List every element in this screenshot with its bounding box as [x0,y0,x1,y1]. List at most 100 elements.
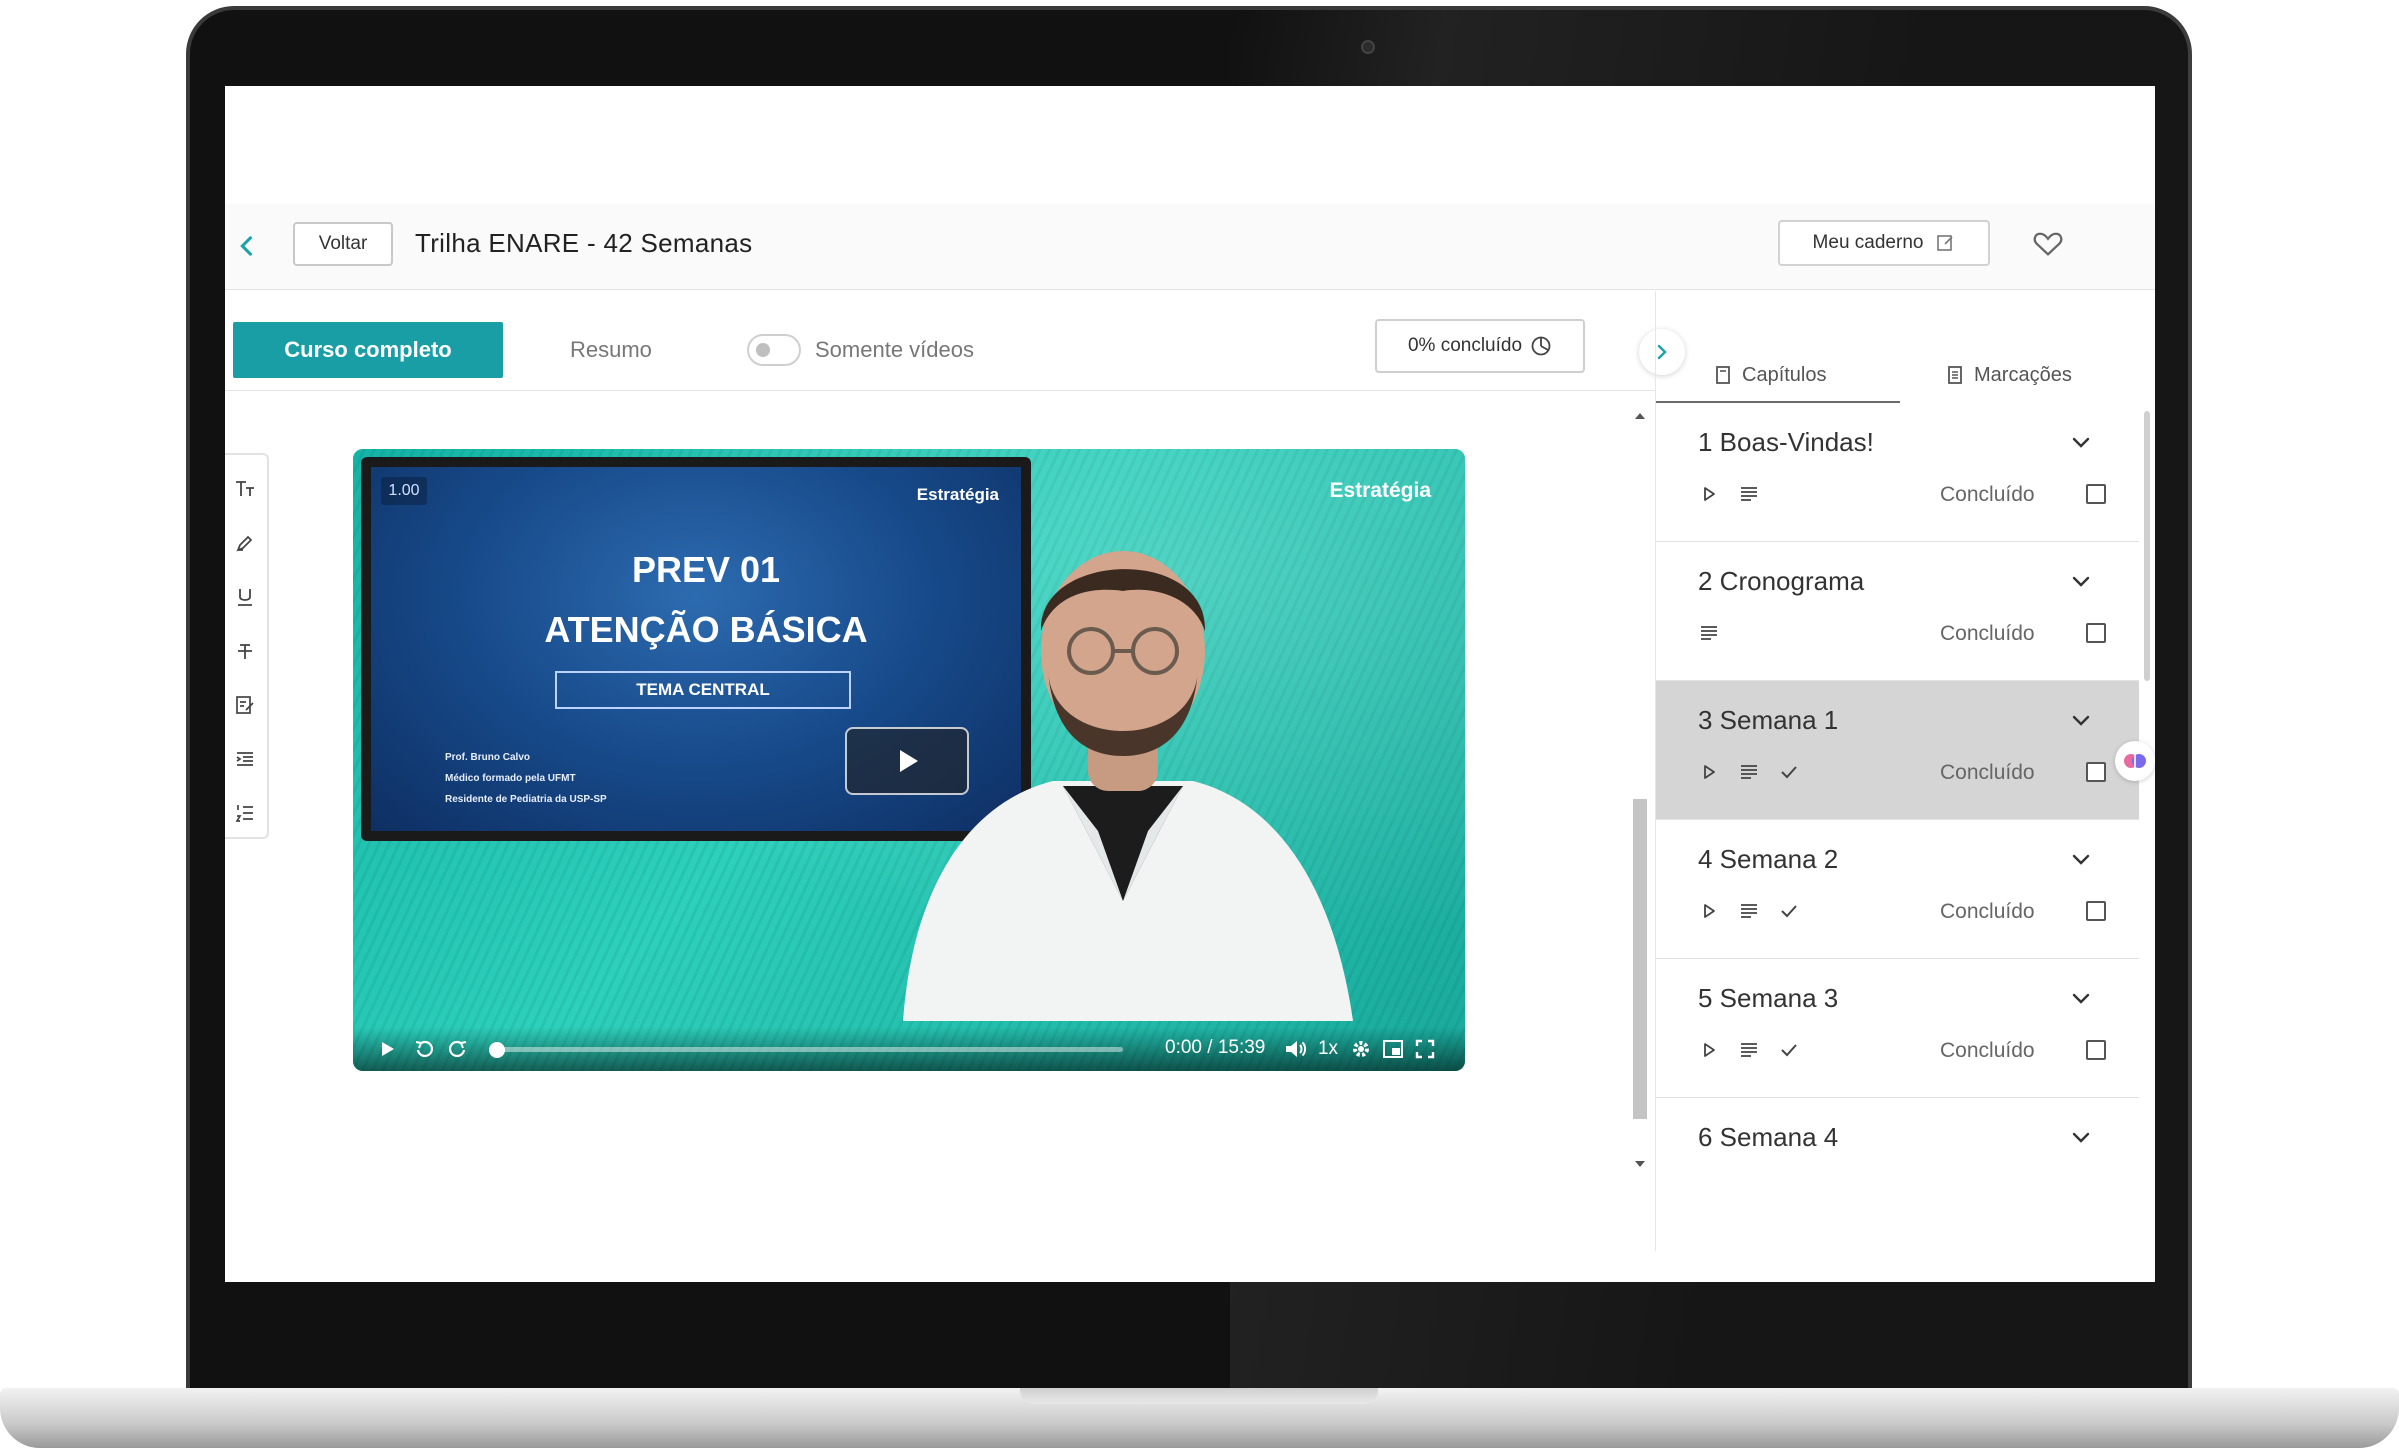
book-icon [1716,366,1730,384]
chapter-complete-checkbox[interactable] [2086,623,2106,643]
settings-gear-icon[interactable] [1347,1033,1375,1065]
tab-full-course[interactable]: Curso completo [233,322,503,378]
notebook-button-label: Meu caderno [1812,232,1924,253]
forward-icon[interactable] [441,1033,473,1065]
video-player[interactable]: 1.00 Estratégia PREV 01 ATENÇÃO BÁSICA T… [353,449,1465,1071]
check-icon[interactable] [1778,900,1800,922]
play-icon[interactable] [1698,1039,1720,1061]
check-icon[interactable] [1778,1039,1800,1061]
scrollbar-thumb[interactable] [1633,799,1647,1119]
chapter-item[interactable]: 2 Cronograma Concluído [1656,542,2139,681]
pie-progress-icon [1531,336,1551,356]
header-bar: Voltar Trilha ENARE - 42 Semanas Meu cad… [225,204,2155,290]
play-icon[interactable] [1698,761,1720,783]
tab-bookmarks[interactable]: Marcações [1946,347,2072,403]
seek-handle[interactable] [489,1042,505,1058]
playback-rate[interactable]: 1x [1313,1033,1343,1065]
panel-tabs: Capítulos Marcações [1656,291,2155,404]
screen: Voltar Trilha ENARE - 42 Semanas Meu cad… [225,86,2155,1282]
chapter-icons [1698,483,1760,505]
progress-button[interactable]: 0% concluído [1375,319,1585,373]
big-play-button[interactable] [845,727,969,795]
chapter-title: 1 Boas-Vindas! [1698,427,1874,457]
chapter-complete-checkbox[interactable] [2086,484,2106,504]
chapter-item[interactable]: 4 Semana 2 Concluído [1656,820,2139,959]
chapter-status-label: Concluído [1940,761,2035,784]
slide-credit-line: Residente de Pediatria da USP-SP [445,794,607,805]
page-title: Trilha ENARE - 42 Semanas [415,228,753,258]
indent-list-icon[interactable] [225,739,265,779]
play-icon[interactable] [1698,483,1720,505]
chevron-down-icon[interactable] [2066,566,2096,596]
chapter-item[interactable]: 6 Semana 4 [1656,1098,2139,1167]
tab-chapters-label: Capítulos [1742,363,1827,386]
seek-bar[interactable] [489,1042,1123,1058]
note-edit-icon[interactable] [225,685,265,725]
text-icon[interactable] [1698,622,1720,644]
text-icon[interactable] [1738,900,1760,922]
chapter-icons [1698,761,1800,783]
content-tabs-row: Curso completo Resumo Somente vídeos 0% … [225,291,1655,391]
underline-icon[interactable] [225,577,265,617]
picture-in-picture-icon[interactable] [1379,1033,1407,1065]
annotation-toolbar [225,453,269,839]
chevron-down-icon[interactable] [2066,983,2096,1013]
chapter-status-label: Concluído [1940,622,2035,645]
laptop-notch [1020,1388,1378,1404]
back-chevron-icon[interactable] [233,232,261,260]
chapter-title: 3 Semana 1 [1698,705,1839,735]
toggle-knob [756,343,770,357]
tab-summary[interactable]: Resumo [570,337,652,363]
time-display: 0:00 / 15:39 [1165,1037,1265,1059]
progress-label: 0% concluído [1407,335,1523,356]
slide-subtitle: TEMA CENTRAL [555,671,851,709]
video-brand-logo: Estratégia [1329,479,1431,502]
numbered-list-icon[interactable] [225,793,265,833]
rewind-icon[interactable] [409,1033,441,1065]
chapter-list: 1 Boas-Vindas! Concluído 2 Cronograma Concl… [1656,403,2139,1167]
chevron-down-icon[interactable] [2066,705,2096,735]
videos-only-label: Somente vídeos [815,337,974,362]
play-icon[interactable] [1698,900,1720,922]
chevron-down-icon[interactable] [2066,427,2096,457]
chapter-item[interactable]: 5 Semana 3 Concluído [1656,959,2139,1098]
time-separator: / [1207,1037,1213,1058]
chapter-item[interactable]: 3 Semana 1 Concluído [1656,681,2139,820]
list-doc-icon [1948,366,1962,384]
notebook-button[interactable]: Meu caderno [1778,220,1990,266]
play-icon[interactable] [371,1033,403,1065]
chapter-title: 2 Cronograma [1698,566,1865,596]
duration: 15:39 [1217,1037,1266,1058]
back-button[interactable]: Voltar [293,222,393,266]
current-time: 0:00 [1165,1037,1202,1058]
chapter-status-label: Concluído [1940,1039,2035,1062]
chapter-complete-checkbox[interactable] [2086,762,2106,782]
videos-only-toggle[interactable] [747,334,801,366]
text-size-icon[interactable] [225,469,265,509]
webcam [1361,40,1375,54]
chapter-icons [1698,1039,1800,1061]
text-icon[interactable] [1738,1039,1760,1061]
chapter-status-label: Concluído [1940,900,2035,923]
chevron-down-icon[interactable] [2066,1122,2096,1152]
chapter-complete-checkbox[interactable] [2086,1040,2106,1060]
chevron-down-icon[interactable] [2066,844,2096,874]
volume-icon[interactable] [1281,1033,1311,1065]
content-scrollbar[interactable] [1629,411,1647,1169]
brain-assistant-icon[interactable] [2115,741,2155,781]
external-edit-icon [1937,235,1954,251]
chapter-item[interactable]: 1 Boas-Vindas! Concluído [1656,403,2139,542]
tab-bookmarks-label: Marcações [1974,363,2072,386]
text-icon[interactable] [1738,761,1760,783]
fullscreen-icon[interactable] [1411,1033,1439,1065]
video-controls: 0:00 / 15:39 1x [353,1027,1465,1071]
panel-scrollbar-thumb[interactable] [2144,411,2150,681]
chapter-complete-checkbox[interactable] [2086,901,2106,921]
chapters-panel: Capítulos Marcações 1 Boas-Vindas! Conclu… [1655,291,2155,1251]
text-icon[interactable] [1738,483,1760,505]
favorite-heart-icon[interactable] [2031,226,2065,260]
highlighter-icon[interactable] [225,523,265,563]
tab-chapters[interactable]: Capítulos [1714,347,1827,403]
strikethrough-icon[interactable] [225,631,265,671]
check-icon[interactable] [1778,761,1800,783]
